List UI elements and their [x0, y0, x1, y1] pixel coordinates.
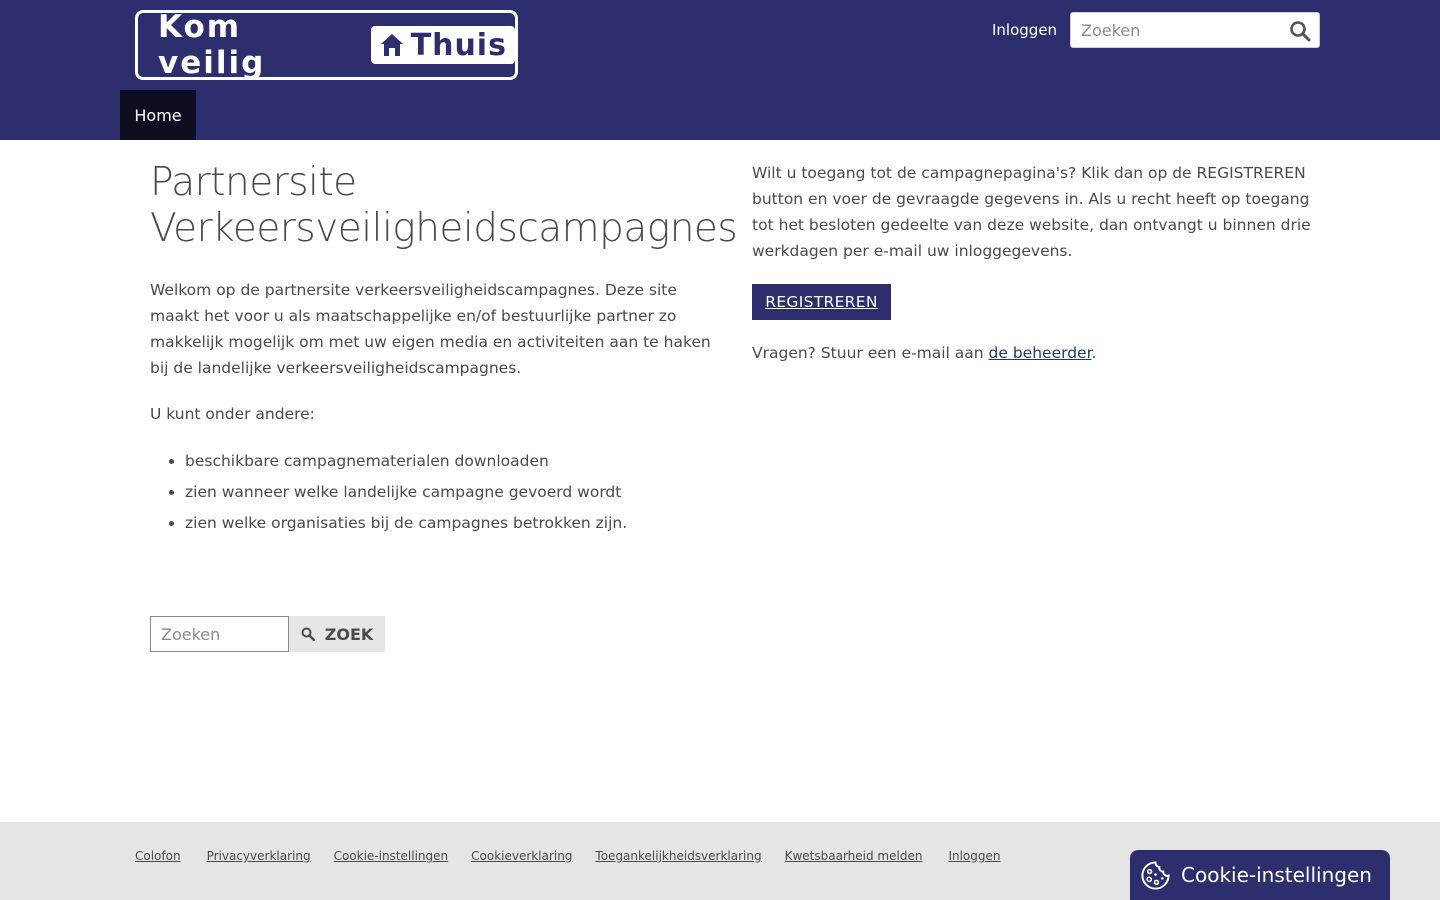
zoek-button-label: ZOEK	[324, 624, 374, 644]
content-search-input[interactable]	[150, 616, 289, 652]
house-icon	[380, 34, 403, 56]
footer-link-colofon[interactable]: Colofon	[135, 849, 181, 863]
site-header: Kom veilig Thuis Inloggen Home	[0, 0, 1440, 140]
cookie-settings-button[interactable]: Cookie-instellingen	[1130, 850, 1390, 900]
list-item: zien wanneer welke landelijke campagne g…	[185, 479, 627, 505]
questions-text: Vragen? Stuur een e-mail aan de beheerde…	[752, 340, 1096, 366]
site-logo[interactable]: Kom veilig Thuis	[135, 9, 518, 81]
footer-link-privacy[interactable]: Privacyverklaring	[207, 849, 311, 863]
features-list: beschikbare campagnematerialen downloade…	[185, 448, 627, 541]
questions-prefix: Vragen? Stuur een e-mail aan	[752, 344, 989, 362]
logo-box-text: Thuis	[410, 27, 507, 63]
footer-link-accessibility[interactable]: Toegankelijkheidsverklaring	[595, 849, 761, 863]
page-title: Partnersite Verkeersveiligheidscampagnes	[150, 160, 738, 251]
search-icon[interactable]	[1289, 20, 1311, 42]
nav-item-home[interactable]: Home	[120, 90, 196, 140]
access-info-text: Wilt u toegang tot de campagnepagina's? …	[752, 164, 1311, 260]
register-button[interactable]: REGISTREREN	[752, 284, 891, 320]
footer-link-cookie-settings[interactable]: Cookie-instellingen	[334, 849, 449, 863]
cookie-settings-label: Cookie-instellingen	[1181, 863, 1372, 887]
footer-link-vulnerability[interactable]: Kwetsbaarheid melden	[785, 849, 923, 863]
list-item: beschikbare campagnematerialen downloade…	[185, 448, 627, 474]
beheerder-email-link[interactable]: de beheerder	[989, 344, 1092, 362]
header-login-link[interactable]: Inloggen	[992, 21, 1057, 39]
footer-link-login[interactable]: Inloggen	[948, 849, 1000, 863]
content-search: ZOEK	[150, 616, 385, 652]
questions-suffix: .	[1091, 344, 1097, 362]
zoek-button[interactable]: ZOEK	[289, 616, 385, 652]
header-search-input[interactable]	[1071, 13, 1281, 47]
footer-link-cookie-statement[interactable]: Cookieverklaring	[471, 849, 572, 863]
list-item: zien welke organisaties bij de campagnes…	[185, 510, 627, 536]
features-intro: U kunt onder andere:	[150, 405, 315, 423]
logo-text: Kom veilig	[158, 9, 266, 81]
cookie-icon	[1141, 860, 1170, 890]
search-icon	[301, 627, 315, 641]
logo-box: Thuis	[370, 26, 515, 64]
intro-text: Welkom op de partnersite verkeersveiligh…	[150, 281, 711, 377]
header-search	[1070, 12, 1320, 48]
footer-links: Colofon Privacyverklaring Cookie-instell…	[135, 849, 1024, 863]
